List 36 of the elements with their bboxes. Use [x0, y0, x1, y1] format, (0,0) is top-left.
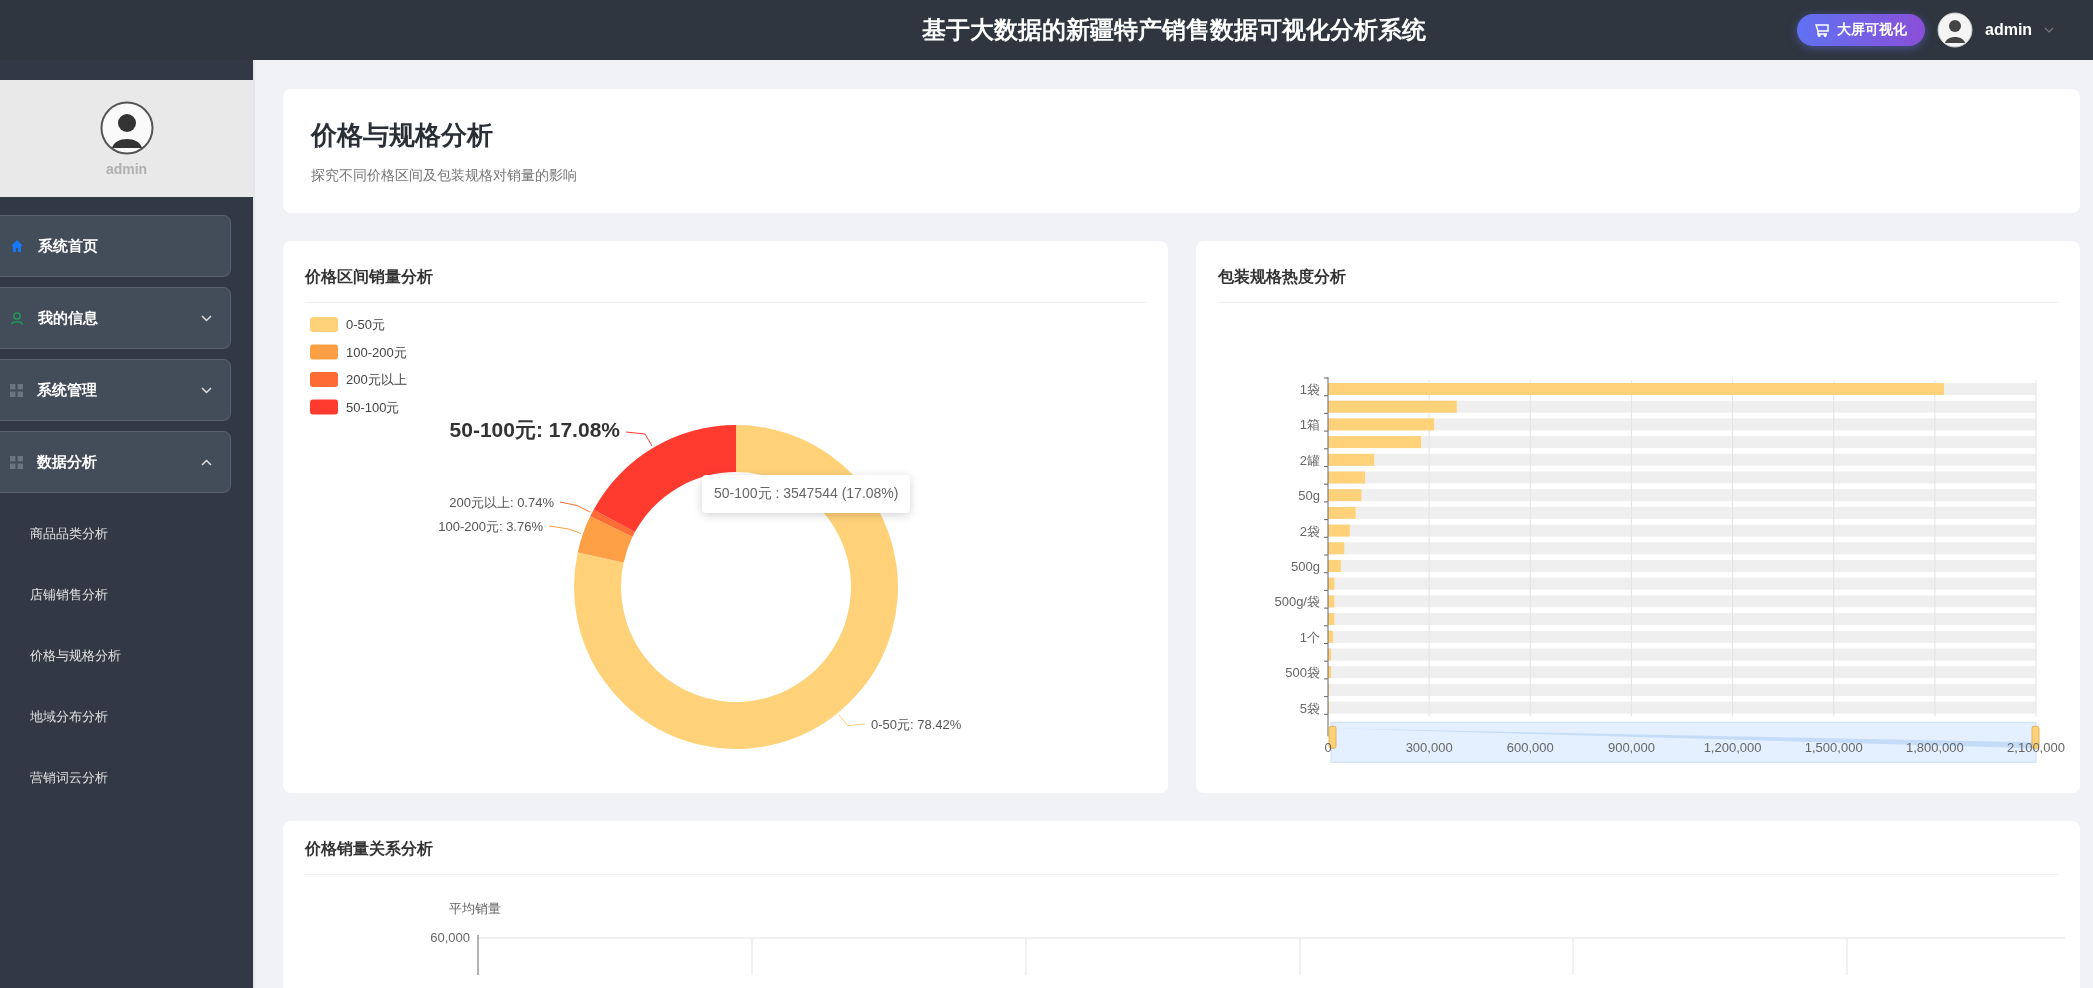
card-title: 价格销量关系分析	[305, 821, 2058, 875]
axis-label: 1个	[1299, 629, 1320, 645]
tick-label: 1,800,000	[1905, 740, 1964, 756]
axis-label: 1箱	[1299, 417, 1320, 433]
legend-label: 100-200元	[346, 344, 407, 360]
axis-label: 500g	[1290, 559, 1320, 574]
axis-label: 2袋	[1299, 523, 1320, 539]
tick-label: 60,000	[430, 930, 470, 945]
slice-label: 200元以上: 0.74%	[449, 495, 554, 510]
tick-label: 300,000	[1405, 740, 1453, 756]
legend-label: 0-50元	[346, 317, 386, 332]
legend-label: 200元以上	[346, 372, 407, 387]
axis-label: 50g	[1297, 488, 1320, 504]
tick-label: 1,500,000	[1804, 740, 1863, 756]
tick-label: 0	[1323, 740, 1332, 756]
app-title: 基于大数据的新疆特产销售数据可视化分析系统	[921, 15, 1427, 45]
tick-label: 1,200,000	[1703, 740, 1761, 756]
page-subtitle: 探究不同价格区间及包装规格对销量的影响	[311, 166, 578, 185]
axis-label: 5袋	[1299, 700, 1320, 716]
slice-label: 0-50元: 78.42%	[871, 717, 962, 732]
chart-tooltip: 50-100元 : 3547544 (17.08%)	[702, 475, 911, 513]
axis-label: 500袋	[1284, 665, 1320, 681]
page-title: 价格与规格分析	[311, 118, 494, 152]
legend-label: 50-100元	[346, 399, 400, 415]
axis-label: 1袋	[1299, 382, 1320, 397]
slice-label: 100-200元: 3.76%	[438, 519, 543, 534]
card-title: 价格区间销量分析	[305, 241, 1146, 303]
axis-label: 500g/袋	[1273, 594, 1320, 610]
tick-label: 900,000	[1607, 740, 1655, 756]
profile-name: admin	[105, 160, 148, 177]
axis-title: 平均销量	[449, 901, 501, 916]
axis-label: 2罐	[1299, 452, 1320, 468]
slice-label: 50-100元: 17.08%	[449, 418, 620, 441]
tick-label: 600,000	[1506, 740, 1554, 756]
tick-label: 2,100,000	[2006, 740, 2065, 756]
card-title: 包装规格热度分析	[1217, 241, 2058, 303]
